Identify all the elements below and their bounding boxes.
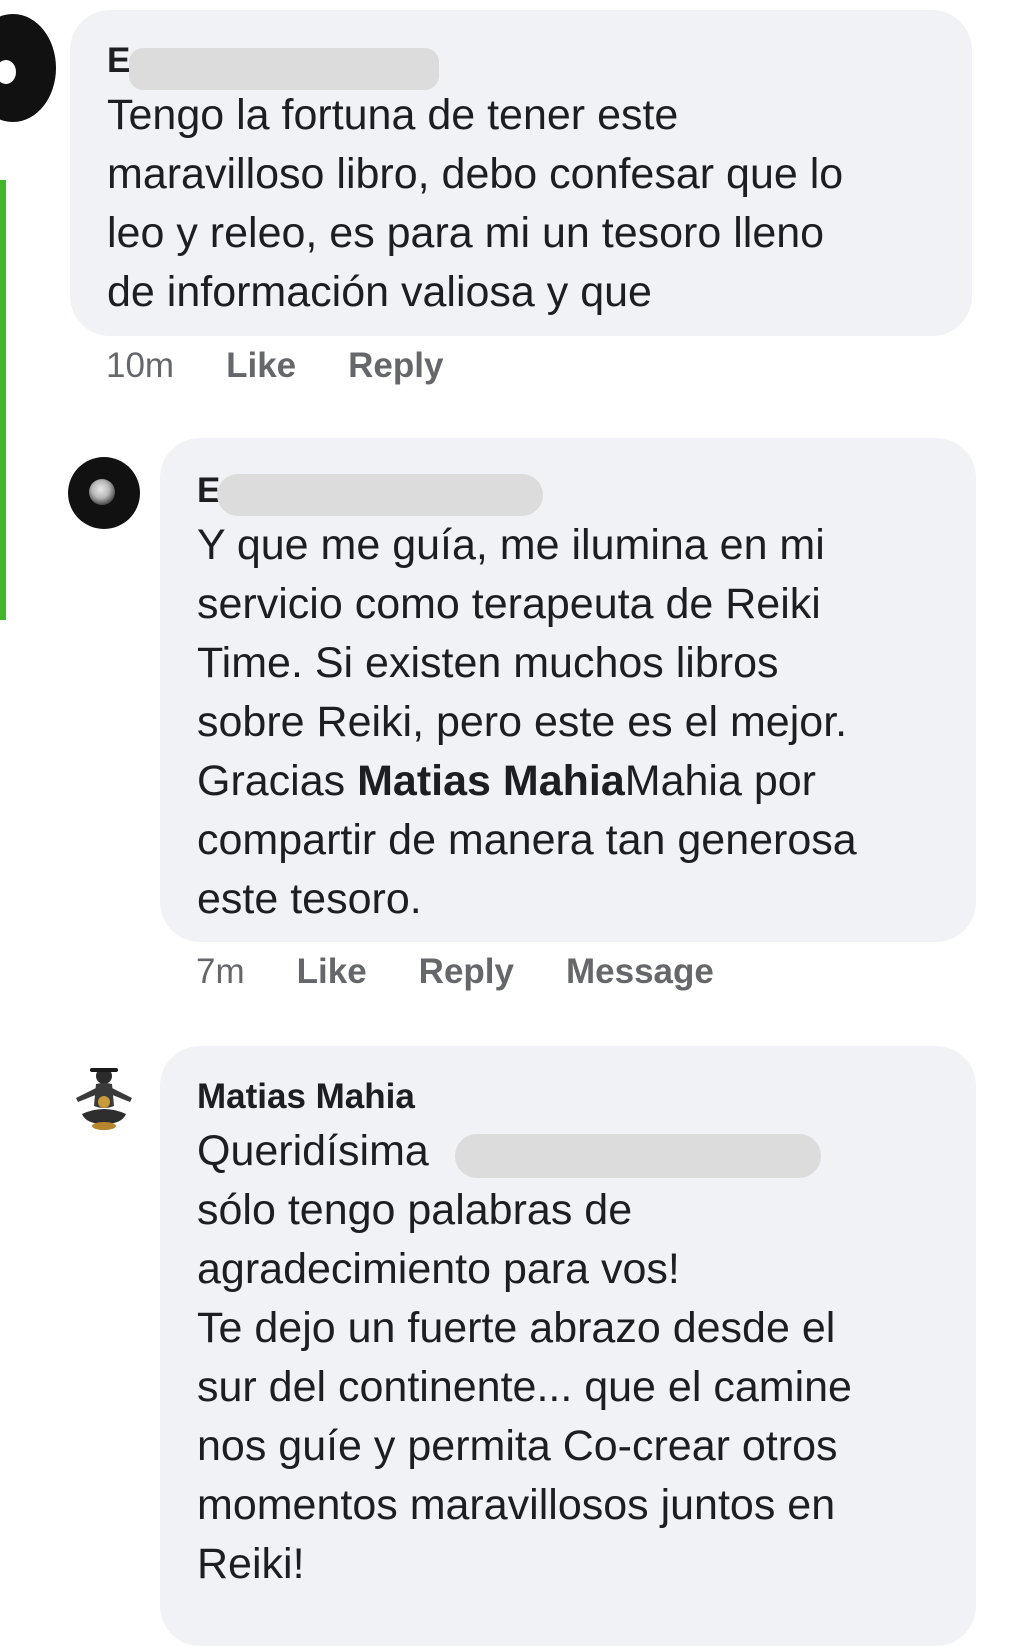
comment-author-name[interactable]: E — [197, 466, 940, 516]
avatar-image — [0, 60, 16, 84]
redacted-name-overlay — [129, 48, 439, 90]
comment-author-name[interactable]: E — [107, 36, 936, 90]
redacted-name-overlay — [217, 474, 543, 516]
comment-timestamp[interactable]: 7m — [196, 952, 245, 992]
reply-button[interactable]: Reply — [348, 346, 443, 386]
reply-button[interactable]: Reply — [419, 952, 514, 992]
message-button[interactable]: Message — [566, 952, 714, 992]
meditating-figure-avatar-image — [76, 1068, 132, 1130]
thread-indicator-line — [0, 180, 6, 620]
commenter-avatar[interactable] — [66, 1062, 142, 1138]
comment-text: Y que me guía, me ilumina en mi servicio… — [197, 521, 857, 923]
commenter-avatar[interactable] — [0, 14, 56, 122]
commenter-avatar[interactable] — [68, 457, 140, 529]
comment-actions: 7m Like Reply Message — [196, 952, 766, 992]
comment-text: Tengo la fortuna de tener este maravillo… — [107, 91, 844, 316]
comment-bubble: Matias Mahia Queridísimaon sólo tengo pa… — [160, 1046, 976, 1646]
comment-bubble: E Y que me guía, me ilumina en mi servic… — [160, 438, 976, 942]
redacted-name-overlay — [455, 1134, 821, 1178]
comment-author-name[interactable]: Matias Mahia — [197, 1072, 940, 1122]
like-button[interactable]: Like — [297, 952, 367, 992]
comment-text: Queridísimaon sólo tengo palabras de agr… — [197, 1127, 852, 1588]
mention-link[interactable]: Matias Mahia — [357, 757, 625, 805]
comment-bubble: E Tengo la fortuna de tener este maravil… — [70, 10, 972, 336]
comment-actions: 10m Like Reply — [106, 346, 495, 386]
comment-timestamp[interactable]: 10m — [106, 346, 174, 386]
like-button[interactable]: Like — [226, 346, 296, 386]
avatar-image — [89, 479, 115, 505]
